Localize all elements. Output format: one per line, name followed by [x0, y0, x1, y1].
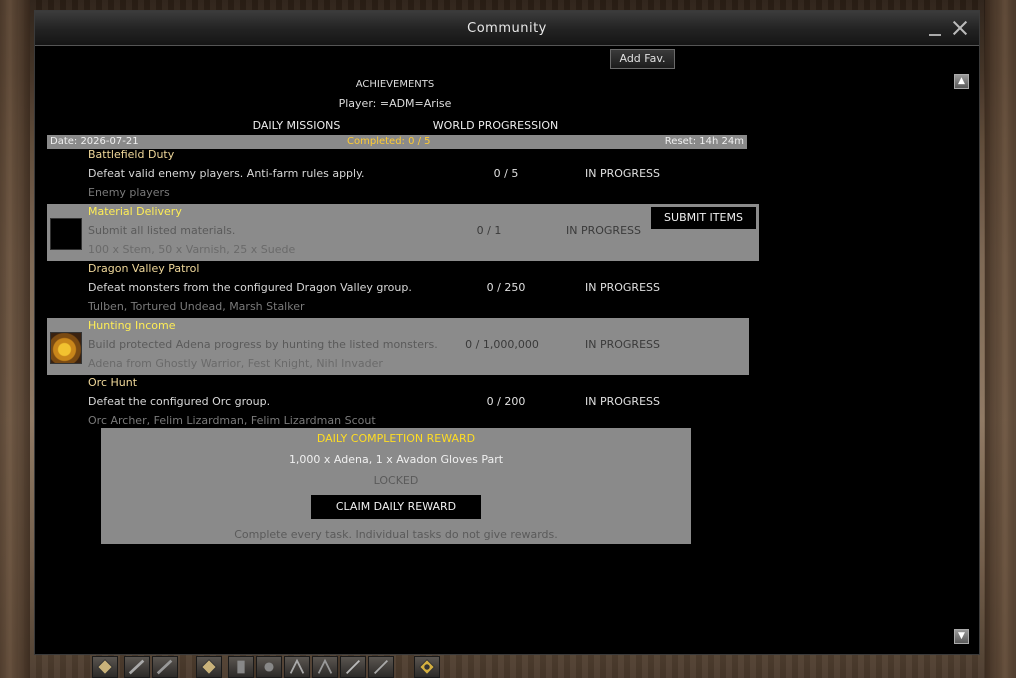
- window-title: Community: [467, 21, 547, 36]
- shortcut-slot-sword-icon[interactable]: [152, 656, 178, 678]
- section-title: ACHIEVEMENTS: [355, 79, 435, 89]
- shortcut-slot-sword-icon[interactable]: [124, 656, 150, 678]
- task-title: Battlefield Duty: [88, 148, 175, 161]
- task-status: IN PROGRESS: [585, 395, 660, 408]
- task-row-orc-hunt: Orc Hunt Defeat the configured Orc group…: [47, 375, 759, 432]
- add-favorite-button[interactable]: Add Fav.: [610, 49, 675, 69]
- task-status: IN PROGRESS: [585, 167, 660, 180]
- task-progress: 0 / 1: [476, 224, 502, 237]
- empty-item-slot-icon: [50, 218, 82, 250]
- shortcut-slot-claw-icon[interactable]: [284, 656, 310, 678]
- task-description: Submit all listed materials.: [88, 224, 236, 237]
- task-description: Build protected Adena progress by huntin…: [88, 338, 438, 351]
- claim-daily-reward-button[interactable]: CLAIM DAILY REWARD: [311, 495, 481, 519]
- task-targets: Orc Archer, Felim Lizardman, Felim Lizar…: [88, 414, 376, 427]
- shortcut-slot-potion-icon[interactable]: [228, 656, 254, 678]
- reward-state: LOCKED: [373, 474, 419, 487]
- task-targets: Enemy players: [88, 186, 170, 199]
- community-window: Community Add Fav. ▲ ▼ ACHIEVEMENTS Play…: [34, 10, 980, 655]
- shortcut-slot-staff-icon[interactable]: [340, 656, 366, 678]
- task-title: Dragon Valley Patrol: [88, 262, 200, 275]
- shortcut-slot-diamond-icon[interactable]: [92, 656, 118, 678]
- task-progress: 0 / 250: [486, 281, 526, 294]
- reward-title: DAILY COMPLETION REWARD: [316, 432, 476, 445]
- adena-gold-icon: [50, 332, 82, 364]
- task-row-material-delivery: Material Delivery Submit all listed mate…: [47, 204, 759, 261]
- task-targets: Tulben, Tortured Undead, Marsh Stalker: [88, 300, 305, 313]
- window-titlebar[interactable]: Community: [35, 11, 979, 46]
- task-progress: 0 / 1,000,000: [465, 338, 539, 351]
- task-title: Orc Hunt: [88, 376, 138, 389]
- player-label: Player: =ADM=Arise: [338, 97, 452, 110]
- task-status: IN PROGRESS: [585, 281, 660, 294]
- task-description: Defeat valid enemy players. Anti-farm ru…: [88, 167, 365, 180]
- shortcut-slot-diamond-icon[interactable]: [196, 656, 222, 678]
- shortcut-slot-potion-icon[interactable]: [256, 656, 282, 678]
- shortcut-slot-claw-icon[interactable]: [312, 656, 338, 678]
- task-progress: 0 / 5: [493, 167, 519, 180]
- task-row-dragon-valley-patrol: Dragon Valley Patrol Defeat monsters fro…: [47, 261, 759, 318]
- reward-note: Complete every task. Individual tasks do…: [234, 528, 558, 541]
- scroll-up-button[interactable]: ▲: [954, 74, 969, 89]
- reward-items: 1,000 x Adena, 1 x Avadon Gloves Part: [288, 453, 504, 466]
- background-pillar-left: [0, 0, 30, 678]
- scroll-down-button[interactable]: ▼: [954, 629, 969, 644]
- task-progress: 0 / 200: [486, 395, 526, 408]
- task-title: Material Delivery: [88, 205, 182, 218]
- task-description: Defeat the configured Orc group.: [88, 395, 271, 408]
- close-button[interactable]: [950, 18, 970, 38]
- task-row-battlefield-duty: Battlefield Duty Defeat valid enemy play…: [47, 147, 759, 204]
- minimize-button[interactable]: [928, 18, 942, 38]
- background-pillar-right: [985, 0, 1016, 678]
- submit-items-button[interactable]: SUBMIT ITEMS: [651, 207, 756, 229]
- shortcut-slot-gear-diamond-icon[interactable]: [414, 656, 440, 678]
- task-row-hunting-income: Hunting Income Build protected Adena pro…: [47, 318, 749, 375]
- task-targets: 100 x Stem, 50 x Varnish, 25 x Suede: [88, 243, 296, 256]
- task-targets: Adena from Ghostly Warrior, Fest Knight,…: [88, 357, 383, 370]
- task-title: Hunting Income: [88, 319, 176, 332]
- shortcut-bar: [90, 656, 450, 678]
- daily-reward-panel: DAILY COMPLETION REWARD 1,000 x Adena, 1…: [101, 428, 691, 544]
- task-description: Defeat monsters from the configured Drag…: [88, 281, 412, 294]
- task-status: IN PROGRESS: [585, 338, 660, 351]
- shortcut-slot-staff-icon[interactable]: [368, 656, 394, 678]
- task-status: IN PROGRESS: [566, 224, 641, 237]
